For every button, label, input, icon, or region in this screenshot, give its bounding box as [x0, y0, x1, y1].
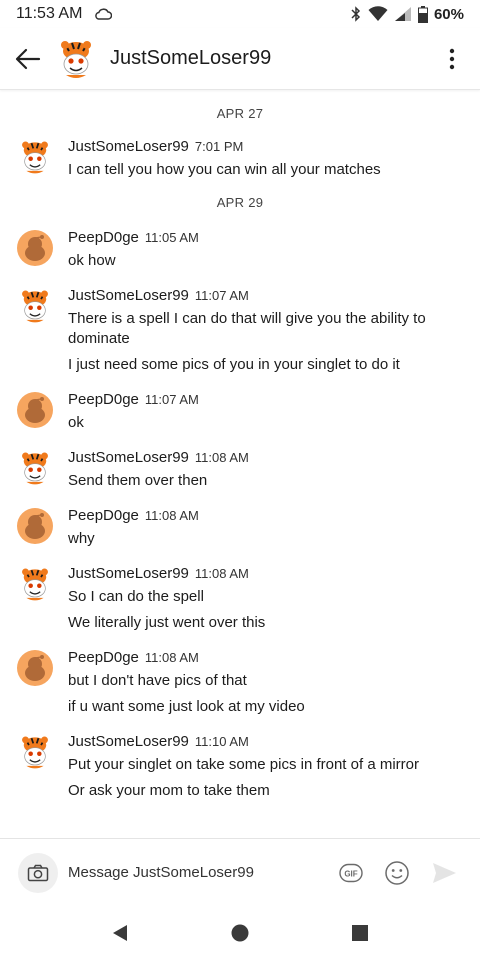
tiger-snoo-avatar[interactable] — [16, 565, 54, 603]
date-separator: APR 27 — [216, 106, 264, 121]
message-composer: GIF — [0, 838, 480, 906]
status-bar: 11:53 AM 60% — [0, 0, 480, 28]
message-username[interactable]: JustSomeLoser99 — [68, 565, 189, 582]
gif-icon: GIF — [339, 863, 363, 882]
message-text: if u want some just look at my video — [68, 698, 305, 715]
gif-button[interactable]: GIF — [338, 860, 364, 886]
message-group: PeepD0ge 11:05 AM ok how — [0, 229, 480, 271]
system-nav-bar — [0, 906, 480, 960]
back-button[interactable] — [2, 33, 54, 85]
camera-button[interactable] — [18, 852, 58, 893]
message-group: PeepD0ge 11:07 AM ok — [0, 391, 480, 433]
message-thread[interactable]: APR 27 JustSomeLoser99 7:01 PM I can tel… — [0, 92, 480, 838]
message-username[interactable]: JustSomeLoser99 — [68, 138, 189, 155]
tiger-snoo-avatar[interactable] — [16, 287, 54, 325]
chat-header: JustSomeLoser99 — [0, 28, 480, 90]
message-timestamp: 11:08 AM — [194, 566, 249, 581]
message-username[interactable]: JustSomeLoser99 — [68, 287, 189, 304]
cloud-icon — [95, 8, 113, 20]
square-recents-icon — [352, 925, 368, 941]
message-text: There is a spell I can do that will give… — [68, 310, 426, 347]
nav-recents-button[interactable] — [340, 913, 380, 953]
message-text: We literally just went over this — [68, 614, 266, 631]
battery-icon — [417, 5, 428, 23]
camera-icon — [27, 864, 49, 881]
message-group: JustSomeLoser99 11:07 AM There is a spel… — [0, 287, 480, 375]
message-timestamp: 11:07 AM — [144, 392, 199, 407]
triangle-back-icon — [113, 925, 127, 941]
more-vertical-icon — [449, 48, 455, 69]
message-text: Send them over then — [68, 472, 208, 489]
tiger-snoo-avatar[interactable] — [16, 733, 54, 771]
bluetooth-icon — [351, 6, 361, 22]
message-group: PeepD0ge 11:08 AM but I don't have pics … — [0, 649, 480, 717]
circle-home-icon — [231, 924, 249, 942]
message-text: ok how — [68, 252, 116, 269]
message-timestamp: 11:10 AM — [194, 734, 249, 749]
message-timestamp: 11:07 AM — [194, 288, 249, 303]
message-text: Or ask your mom to take them — [68, 782, 270, 799]
signal-icon — [394, 7, 411, 21]
message-text: So I can do the spell — [68, 588, 204, 605]
message-text: I can tell you how you can win all your … — [68, 161, 381, 178]
message-timestamp: 11:05 AM — [144, 230, 199, 245]
overflow-menu-button[interactable] — [432, 33, 472, 85]
message-username[interactable]: JustSomeLoser99 — [68, 449, 189, 466]
message-timestamp: 11:08 AM — [144, 650, 199, 665]
message-username[interactable]: JustSomeLoser99 — [68, 733, 189, 750]
message-timestamp: 11:08 AM — [144, 508, 199, 523]
status-icons: 60% — [350, 5, 464, 23]
message-timestamp: 7:01 PM — [194, 139, 244, 154]
message-timestamp: 11:08 AM — [194, 450, 249, 465]
snoo-avatar[interactable] — [16, 391, 54, 429]
tiger-snoo-avatar[interactable] — [16, 138, 54, 176]
message-text: but I don't have pics of that — [68, 672, 247, 689]
snoo-avatar[interactable] — [16, 649, 54, 687]
message-group: JustSomeLoser99 11:08 AM Send them over … — [0, 449, 480, 491]
tiger-snoo-avatar[interactable] — [16, 449, 54, 487]
message-text: why — [68, 530, 95, 547]
snoo-avatar[interactable] — [16, 507, 54, 545]
message-text: Put your singlet on take some pics in fr… — [68, 756, 419, 773]
status-time: 11:53 AM — [16, 5, 83, 22]
send-icon[interactable] — [430, 859, 458, 887]
date-separator: APR 29 — [216, 195, 264, 210]
message-username[interactable]: PeepD0ge — [68, 391, 139, 408]
message-username[interactable]: PeepD0ge — [68, 507, 139, 524]
chat-title: JustSomeLoser99 — [110, 47, 272, 69]
emoji-icon[interactable] — [384, 860, 410, 886]
wifi-icon — [368, 6, 388, 21]
tiger-snoo-avatar[interactable] — [54, 37, 98, 81]
message-username[interactable]: PeepD0ge — [68, 229, 139, 246]
nav-home-button[interactable] — [220, 913, 260, 953]
message-input[interactable] — [68, 864, 328, 881]
arrow-left-icon — [15, 48, 41, 69]
message-group: JustSomeLoser99 11:08 AM So I can do the… — [0, 565, 480, 633]
message-text: ok — [68, 414, 84, 431]
battery-percent: 60% — [433, 5, 464, 23]
snoo-avatar[interactable] — [16, 229, 54, 267]
message-username[interactable]: PeepD0ge — [68, 649, 139, 666]
nav-back-button[interactable] — [100, 913, 140, 953]
gif-label: GIF — [344, 869, 357, 878]
message-group: PeepD0ge 11:08 AM why — [0, 507, 480, 549]
message-group: JustSomeLoser99 7:01 PM I can tell you h… — [0, 138, 480, 180]
message-group: JustSomeLoser99 11:10 AM Put your single… — [0, 733, 480, 801]
message-text: I just need some pics of you in your sin… — [68, 356, 400, 373]
